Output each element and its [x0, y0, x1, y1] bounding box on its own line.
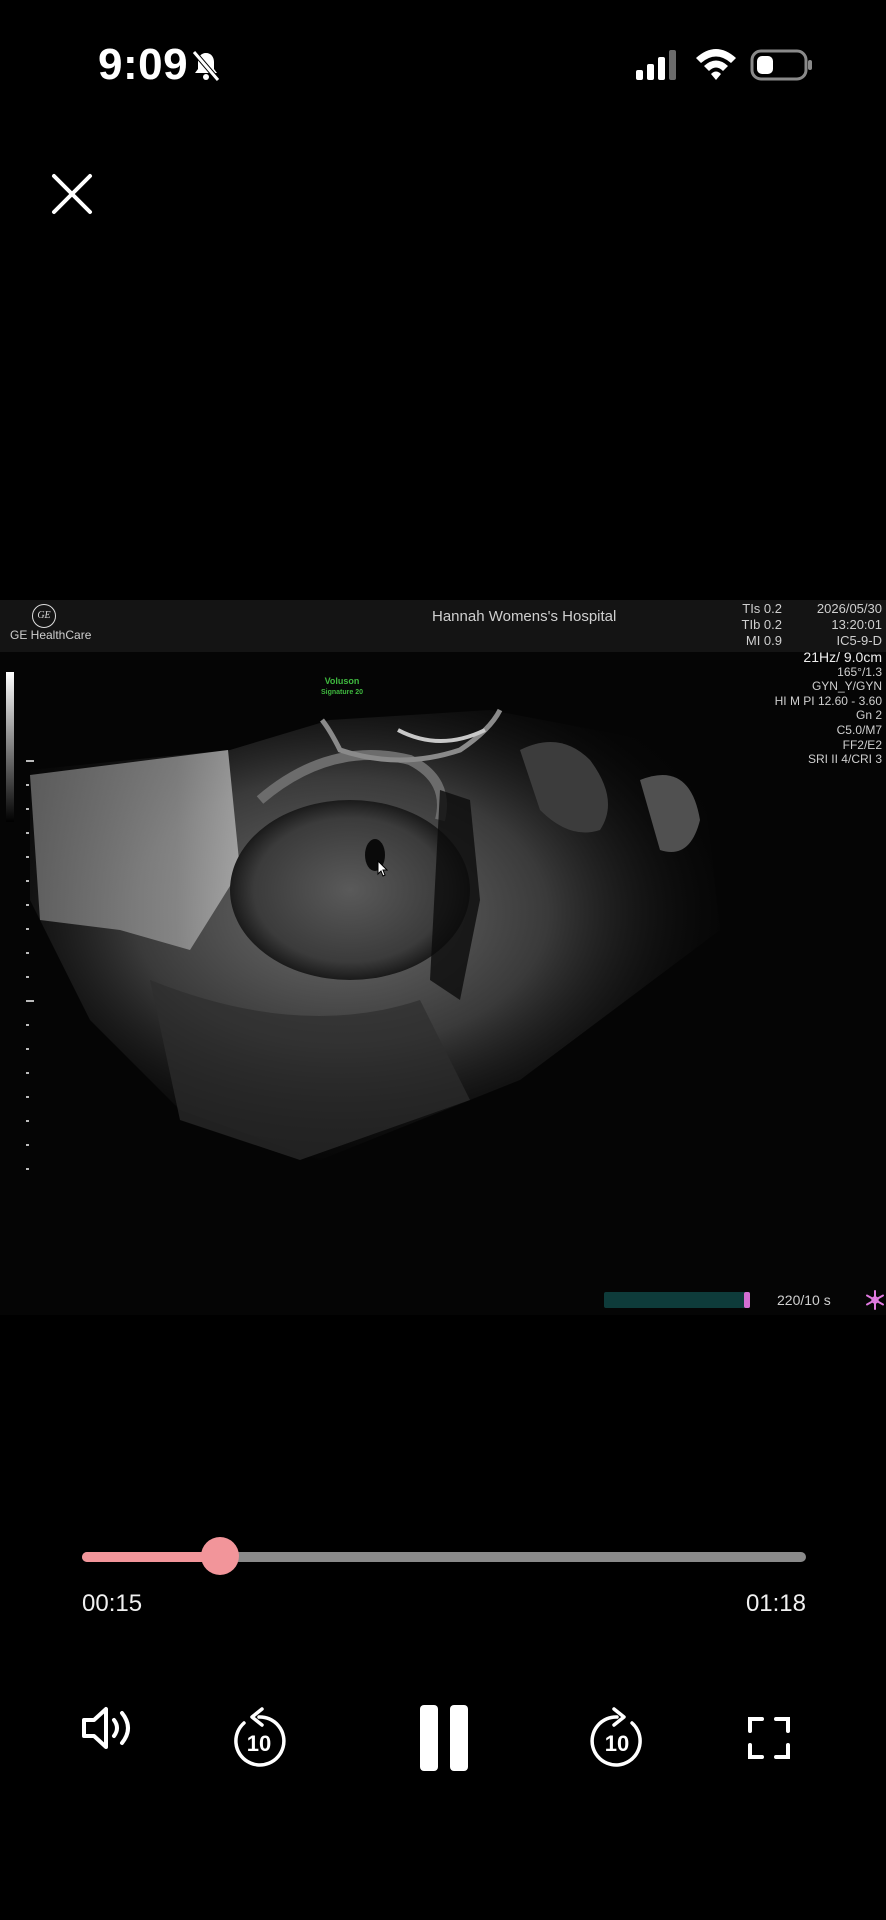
- ti-value: MI 0.9: [745, 633, 782, 648]
- ge-logo: GE: [32, 604, 56, 628]
- param-line: C5.0/M7: [836, 722, 882, 737]
- cine-label: 220/10 s: [777, 1292, 831, 1308]
- probe-id: IC5-9-D: [836, 633, 882, 648]
- rewind-seconds: 10: [247, 1731, 271, 1756]
- cursor-icon: [377, 860, 389, 877]
- cine-marker: [744, 1292, 750, 1308]
- voluson-watermark: Voluson Signature 20: [312, 676, 372, 698]
- pause-button[interactable]: [418, 1703, 470, 1773]
- thermal-index-list: TIs 0.2 TIb 0.2 MI 0.9: [740, 601, 782, 649]
- param-line: GYN_Y/GYN: [811, 679, 882, 694]
- freeze-snowflake-icon: [866, 1290, 884, 1310]
- depth-scale: [26, 760, 34, 1170]
- cine-buffer-bar: [604, 1292, 750, 1308]
- forward-10-button[interactable]: 10: [588, 1705, 646, 1767]
- watermark-line: Voluson: [324, 676, 360, 686]
- param-line: Gn 2: [855, 708, 882, 723]
- progress-fill: [82, 1552, 220, 1562]
- scan-parameters: 21Hz/ 9.0cm 165°/1.3 GYN_Y/GYN HI M PI 1…: [775, 650, 882, 767]
- progress-track[interactable]: [82, 1552, 806, 1562]
- watermark-line: Signature 20: [320, 689, 363, 696]
- param-line: 165°/1.3: [837, 664, 882, 679]
- ti-value: TIs 0.2: [742, 601, 782, 616]
- param-line: 21Hz/ 9.0cm: [803, 649, 882, 665]
- total-duration: 01:18: [745, 1590, 806, 1617]
- progress-thumb[interactable]: [200, 1537, 239, 1575]
- forward-seconds: 10: [605, 1731, 629, 1756]
- rewind-10-button[interactable]: 10: [230, 1705, 288, 1767]
- cellular-signal-icon: [636, 50, 676, 80]
- ultrasound-video[interactable]: GE GE HealthCare Hannah Womens's Hospita…: [0, 600, 886, 1315]
- wifi-icon: [696, 49, 736, 80]
- grayscale-bar: [6, 672, 14, 822]
- fullscreen-button[interactable]: [748, 1717, 790, 1759]
- scan-date: 2026/05/30: [816, 601, 882, 616]
- param-line: FF2/E2: [842, 737, 882, 752]
- status-time: 9:09: [98, 40, 189, 89]
- datetime-list: 2026/05/30 13:20:01 IC5-9-D: [800, 601, 882, 649]
- close-button[interactable]: [48, 170, 96, 218]
- ti-value: TIb 0.2: [741, 617, 782, 632]
- ultrasound-scan-image: [30, 708, 720, 1160]
- scan-time: 13:20:01: [831, 617, 882, 632]
- hospital-name: Hannah Womens's Hospital: [432, 608, 617, 625]
- param-line: SRI II 4/CRI 3: [807, 752, 882, 767]
- volume-button[interactable]: [80, 1700, 136, 1756]
- bell-muted-icon: [192, 50, 220, 82]
- elapsed-time: 00:15: [82, 1590, 143, 1617]
- param-line: HI M PI 12.60 - 3.60: [774, 693, 882, 708]
- battery-icon: [750, 49, 812, 81]
- brand-label: GE HealthCare: [10, 628, 92, 642]
